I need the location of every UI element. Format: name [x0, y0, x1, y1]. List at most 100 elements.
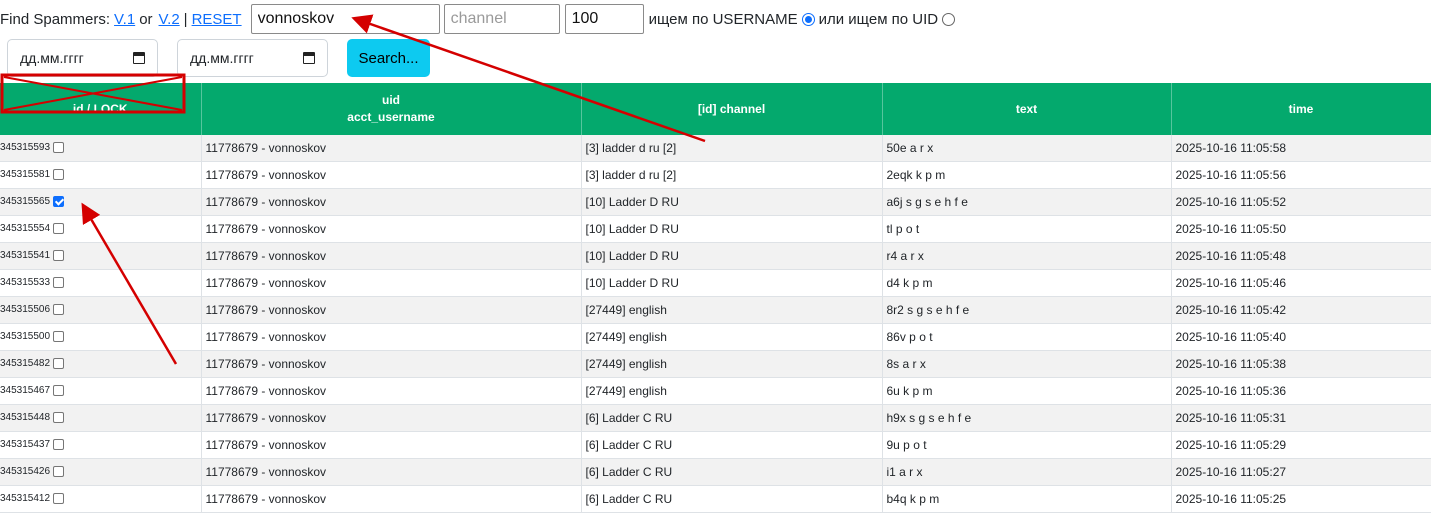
table-row: 345315426 11778679 - vonnoskov [6] Ladder … — [0, 458, 1431, 486]
cell-user: 11778679 - vonnoskov — [201, 269, 582, 297]
cell-id-lock: 345315437 — [0, 431, 202, 459]
cell-id-lock: 345315448 — [0, 404, 202, 432]
cell-channel: [3] ladder d ru [2] — [581, 161, 883, 189]
cell-id-lock: 345315593 — [0, 135, 202, 162]
col-header-uid[interactable]: uid acct_username — [201, 83, 582, 135]
cell-id-lock: 345315412 — [0, 485, 202, 513]
lock-checkbox[interactable] — [53, 277, 65, 289]
cell-time: 2025-10-16 11:05:58 — [1171, 135, 1431, 162]
row-id: 345315426 — [0, 466, 51, 478]
cell-user: 11778679 - vonnoskov — [201, 215, 582, 243]
row-id: 345315541 — [0, 250, 51, 262]
calendar-icon[interactable] — [303, 52, 315, 64]
cell-channel: [6] Ladder C RU — [581, 485, 883, 513]
cell-time: 2025-10-16 11:05:38 — [1171, 350, 1431, 378]
lock-checkbox[interactable] — [53, 466, 65, 478]
limit-input[interactable] — [564, 4, 644, 34]
cell-time: 2025-10-16 11:05:46 — [1171, 269, 1431, 297]
col-header-username-label: acct_username — [347, 110, 435, 124]
search-by-username-label: ищем по USERNAME — [648, 10, 798, 28]
row-id: 345315437 — [0, 439, 51, 451]
col-header-channel[interactable]: [id] channel — [581, 83, 883, 135]
cell-id-lock: 345315467 — [0, 377, 202, 405]
version-1-link[interactable]: V.1 — [114, 11, 135, 28]
lock-checkbox[interactable] — [53, 493, 65, 505]
cell-time: 2025-10-16 11:05:50 — [1171, 215, 1431, 243]
cell-user: 11778679 - vonnoskov — [201, 485, 582, 513]
channel-input[interactable] — [443, 4, 560, 34]
lock-checkbox[interactable] — [53, 196, 65, 208]
cell-text: 6u k p m — [882, 377, 1172, 405]
row-id: 345315412 — [0, 493, 51, 505]
version-2-link[interactable]: V.2 — [159, 11, 180, 28]
row-id: 345315533 — [0, 277, 51, 289]
cell-channel: [27449] english — [581, 296, 883, 324]
or-text: or — [139, 10, 153, 28]
lock-checkbox[interactable] — [53, 304, 65, 316]
cell-id-lock: 345315541 — [0, 242, 202, 270]
uid-radio[interactable] — [942, 12, 956, 26]
cell-time: 2025-10-16 11:05:31 — [1171, 404, 1431, 432]
cell-id-lock: 345315500 — [0, 323, 202, 351]
cell-time: 2025-10-16 11:05:40 — [1171, 323, 1431, 351]
cell-time: 2025-10-16 11:05:25 — [1171, 485, 1431, 513]
col-header-id-lock[interactable]: id / LOCK — [0, 83, 202, 135]
calendar-icon[interactable] — [133, 52, 145, 64]
cell-text: 50e a r x — [882, 135, 1172, 162]
cell-text: d4 k p m — [882, 269, 1172, 297]
col-header-text[interactable]: text — [882, 83, 1172, 135]
cell-time: 2025-10-16 11:05:56 — [1171, 161, 1431, 189]
cell-channel: [10] Ladder D RU — [581, 269, 883, 297]
reset-link[interactable]: RESET — [192, 11, 242, 28]
cell-id-lock: 345315426 — [0, 458, 202, 486]
lock-checkbox[interactable] — [53, 250, 65, 262]
search-button[interactable]: Search... — [347, 39, 430, 77]
lock-checkbox[interactable] — [53, 223, 65, 235]
col-header-time[interactable]: time — [1171, 83, 1431, 135]
cell-id-lock: 345315565 — [0, 188, 202, 216]
row-id: 345315500 — [0, 331, 51, 343]
table-row: 345315541 11778679 - vonnoskov [10] Ladder… — [0, 242, 1431, 270]
lock-checkbox[interactable] — [53, 142, 65, 154]
cell-channel: [27449] english — [581, 377, 883, 405]
table-row: 345315482 11778679 - vonnoskov [27449] eng… — [0, 350, 1431, 378]
cell-time: 2025-10-16 11:05:48 — [1171, 242, 1431, 270]
row-id: 345315593 — [0, 142, 51, 154]
cell-text: h9x s g s e h f e — [882, 404, 1172, 432]
date-to-input[interactable]: дд.мм.гггг — [177, 39, 328, 77]
cell-time: 2025-10-16 11:05:29 — [1171, 431, 1431, 459]
table-row: 345315565 11778679 - vonnoskov [10] Ladder… — [0, 188, 1431, 216]
table-row: 345315554 11778679 - vonnoskov [10] Ladder… — [0, 215, 1431, 243]
username-input[interactable] — [250, 4, 440, 34]
lock-checkbox[interactable] — [53, 412, 65, 424]
messages-table: id / LOCK uid acct_username [id] channel… — [0, 83, 1431, 513]
lock-checkbox[interactable] — [53, 169, 65, 181]
date-to-placeholder: дд.мм.гггг — [190, 50, 254, 66]
row-id: 345315467 — [0, 385, 51, 397]
cell-text: 8r2 s g s e h f e — [882, 296, 1172, 324]
cell-user: 11778679 - vonnoskov — [201, 377, 582, 405]
table-row: 345315448 11778679 - vonnoskov [6] Ladder … — [0, 404, 1431, 432]
table-row: 345315593 11778679 - vonnoskov [3] ladder … — [0, 135, 1431, 162]
filter-bar: Find Spammers: V.1 or V.2 | RESET ищем п… — [0, 4, 959, 34]
cell-id-lock: 345315533 — [0, 269, 202, 297]
date-from-input[interactable]: дд.мм.гггг — [7, 39, 158, 77]
cell-text: 2eqk k p m — [882, 161, 1172, 189]
cell-text: b4q k p m — [882, 485, 1172, 513]
lock-checkbox[interactable] — [53, 385, 65, 397]
cell-channel: [6] Ladder C RU — [581, 404, 883, 432]
cell-text: 8s a r x — [882, 350, 1172, 378]
cell-time: 2025-10-16 11:05:52 — [1171, 188, 1431, 216]
cell-channel: [10] Ladder D RU — [581, 188, 883, 216]
lock-checkbox[interactable] — [53, 358, 65, 370]
lock-checkbox[interactable] — [53, 331, 65, 343]
cell-channel: [27449] english — [581, 323, 883, 351]
lock-checkbox[interactable] — [53, 439, 65, 451]
username-radio[interactable] — [801, 12, 815, 26]
cell-id-lock: 345315554 — [0, 215, 202, 243]
cell-user: 11778679 - vonnoskov — [201, 458, 582, 486]
cell-text: tl p o t — [882, 215, 1172, 243]
cell-channel: [27449] english — [581, 350, 883, 378]
date-from-placeholder: дд.мм.гггг — [20, 50, 84, 66]
row-id: 345315565 — [0, 196, 51, 208]
